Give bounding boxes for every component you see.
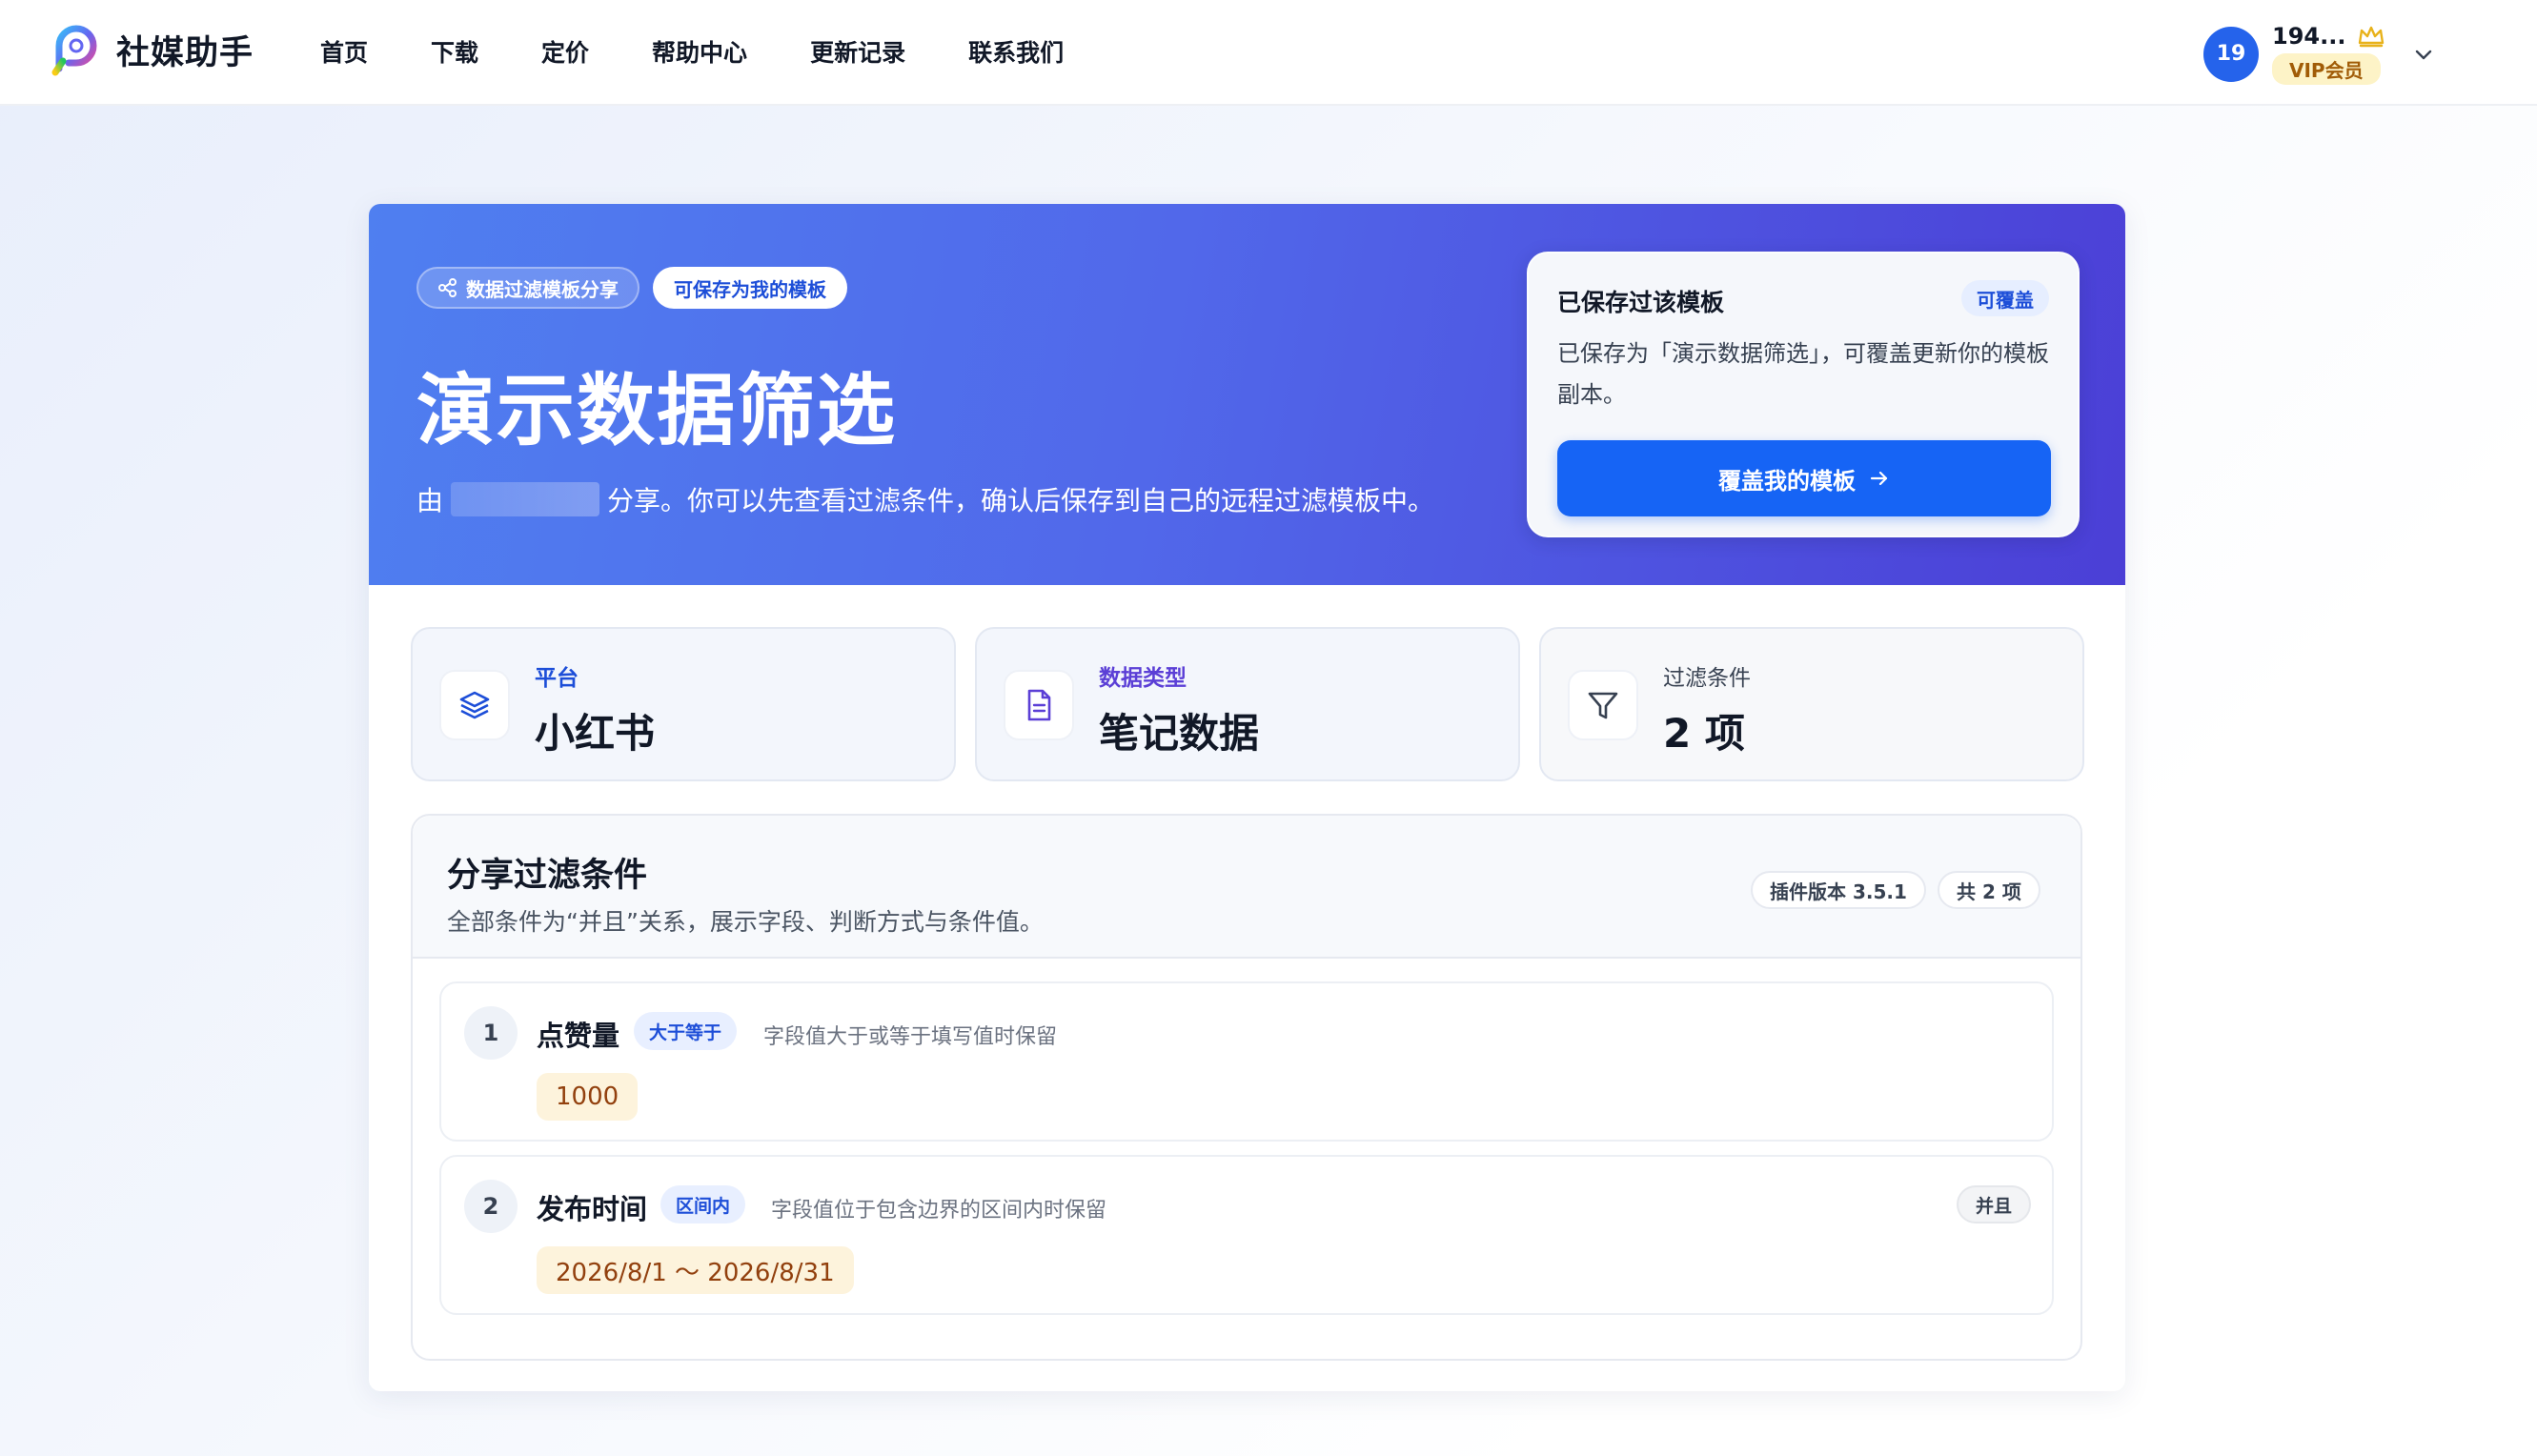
operator-badge: 区间内	[660, 1185, 746, 1223]
stat-label: 数据类型	[1099, 666, 1187, 691]
saved-title: 已保存过该模板	[1557, 289, 1725, 316]
condition-row: 1 点赞量 大于等于 字段值大于或等于填写值时保留 1000	[439, 981, 2054, 1142]
user-meta: 194... VIP会员	[2272, 23, 2385, 85]
condition-number: 1	[464, 1006, 518, 1060]
hero-tags: 数据过滤模板分享 可保存为我的模板	[416, 267, 847, 309]
overwritable-badge: 可覆盖	[1961, 280, 2049, 316]
condition-value: 1000	[537, 1073, 639, 1121]
filter-icon	[1568, 670, 1638, 740]
savable-tag: 可保存为我的模板	[653, 267, 847, 309]
main-nav: 首页 下载 定价 帮助中心 更新记录 联系我们	[320, 34, 1126, 69]
overwrite-template-button[interactable]: 覆盖我的模板	[1557, 440, 2051, 516]
desc-prefix: 由	[416, 485, 444, 516]
operator-badge: 大于等于	[634, 1012, 738, 1050]
condition-number: 2	[464, 1180, 518, 1233]
share-tag-label: 数据过滤模板分享	[466, 277, 619, 301]
vip-badge: VIP会员	[2272, 53, 2381, 85]
stat-value: 2 项	[1663, 710, 1745, 757]
brand-name: 社媒助手	[116, 33, 254, 72]
condition-value: 2026/8/1 ～ 2026/8/31	[537, 1246, 854, 1294]
stat-value: 笔记数据	[1099, 710, 1260, 757]
stat-data-type: 数据类型 笔记数据	[975, 627, 1520, 781]
conditions-header: 分享过滤条件 全部条件为“并且”关系，展示字段、判断方式与条件值。 插件版本 3…	[413, 816, 2080, 959]
plugin-version-chip: 插件版本 3.5.1	[1751, 871, 1926, 909]
stat-value: 小红书	[535, 710, 656, 757]
nav-contact[interactable]: 联系我们	[968, 34, 1064, 69]
brand-logo[interactable]: 社媒助手	[50, 23, 254, 76]
user-menu[interactable]: 19 194... VIP会员	[2203, 23, 2435, 85]
user-name-row: 194...	[2272, 23, 2385, 50]
layers-icon	[439, 670, 510, 740]
conditions-title: 分享过滤条件	[447, 857, 648, 895]
desc-suffix: 分享。你可以先查看过滤条件，确认后保存到自己的远程过滤模板中。	[607, 485, 1435, 516]
nav-home[interactable]: 首页	[320, 34, 368, 69]
arrow-right-icon	[1870, 471, 1888, 486]
stat-label: 过滤条件	[1663, 666, 1751, 691]
share-tag: 数据过滤模板分享	[416, 267, 639, 309]
nav-download[interactable]: 下载	[431, 34, 478, 69]
condition-count-chip: 共 2 项	[1938, 871, 2040, 909]
conditions-panel: 分享过滤条件 全部条件为“并且”关系，展示字段、判断方式与条件值。 插件版本 3…	[411, 814, 2082, 1361]
page-title: 演示数据筛选	[416, 366, 898, 456]
saved-status-panel: 已保存过该模板 可覆盖 已保存为「演示数据筛选」，可覆盖更新你的模板副本。 覆盖…	[1527, 252, 2080, 537]
user-name: 194...	[2272, 23, 2346, 50]
and-join-chip: 并且	[1956, 1185, 2031, 1223]
operator-description: 字段值位于包含边界的区间内时保留	[771, 1199, 1107, 1223]
template-share-card: 数据过滤模板分享 可保存为我的模板 演示数据筛选 由 分享。你可以先查看过滤条件…	[369, 204, 2125, 1391]
chevron-down-icon[interactable]	[2412, 43, 2435, 66]
conditions-subtitle: 全部条件为“并且”关系，展示字段、判断方式与条件值。	[447, 908, 1044, 936]
hero-description: 由 分享。你可以先查看过滤条件，确认后保存到自己的远程过滤模板中。	[416, 480, 1434, 518]
condition-field: 发布时间	[537, 1193, 648, 1225]
saved-description: 已保存为「演示数据筛选」，可覆盖更新你的模板副本。	[1557, 340, 2049, 408]
top-navbar: 社媒助手 首页 下载 定价 帮助中心 更新记录 联系我们 19 194... V…	[0, 0, 2537, 106]
hero-banner: 数据过滤模板分享 可保存为我的模板 演示数据筛选 由 分享。你可以先查看过滤条件…	[369, 204, 2125, 585]
stat-filter-count: 过滤条件 2 项	[1539, 627, 2084, 781]
document-icon	[1004, 670, 1074, 740]
nav-help-center[interactable]: 帮助中心	[652, 34, 747, 69]
stat-label: 平台	[535, 666, 578, 691]
share-icon	[438, 278, 457, 297]
nav-changelog[interactable]: 更新记录	[810, 34, 905, 69]
crown-icon	[2359, 26, 2385, 48]
avatar[interactable]: 19	[2203, 26, 2259, 82]
logo-icon	[51, 25, 97, 76]
overwrite-button-label: 覆盖我的模板	[1718, 467, 1856, 495]
condition-field: 点赞量	[537, 1020, 620, 1052]
nav-pricing[interactable]: 定价	[541, 34, 589, 69]
stat-platform: 平台 小红书	[411, 627, 956, 781]
operator-description: 字段值大于或等于填写值时保留	[763, 1025, 1058, 1049]
redacted-username	[451, 482, 600, 516]
condition-row: 2 发布时间 区间内 字段值位于包含边界的区间内时保留 2026/8/1 ～ 2…	[439, 1155, 2054, 1315]
